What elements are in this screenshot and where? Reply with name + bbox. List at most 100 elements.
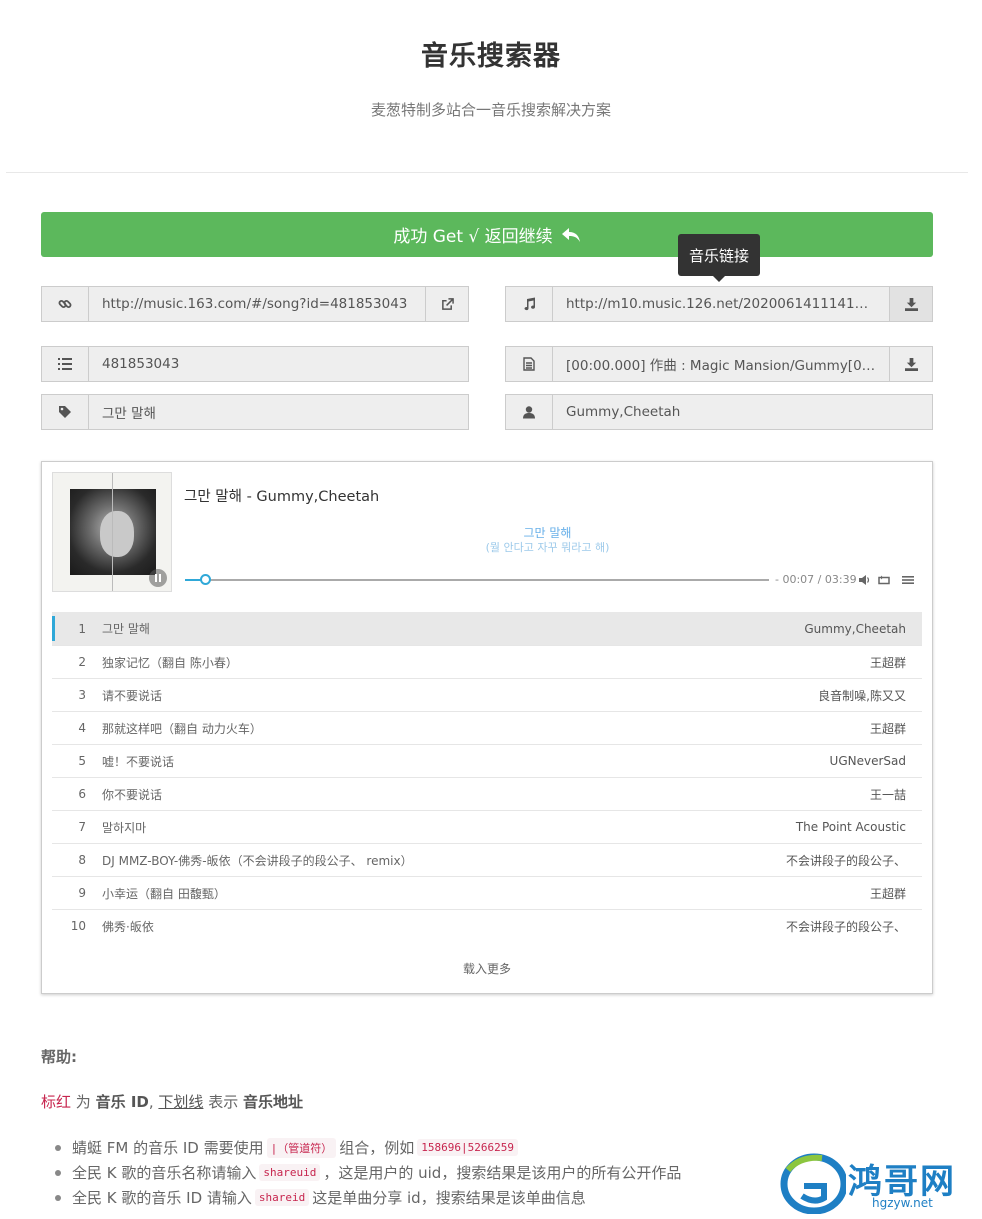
music-note-icon <box>506 287 553 321</box>
load-more-button[interactable]: 载入更多 <box>42 960 932 977</box>
track-name: 小幸运（翻自 田馥甄） <box>102 886 226 901</box>
help-text: 这是单曲分享 id，搜索结果是该单曲信息 <box>312 1189 586 1207</box>
track-artist: UGNeverSad <box>829 754 906 768</box>
music-player: 그만 말해 - Gummy,Cheetah 그만 말해 (뭘 안다고 자꾸 뭐라… <box>41 461 933 994</box>
page-header: 音乐搜索器 麦葱特制多站合一音乐搜索解决方案 <box>0 0 982 120</box>
reply-icon <box>561 227 580 242</box>
track-index: 8 <box>78 853 86 867</box>
track-artist: 王一喆 <box>869 787 906 802</box>
help-text: 组合，例如 <box>339 1139 415 1157</box>
menu-icon[interactable] <box>902 574 914 586</box>
track-index: 3 <box>78 688 86 702</box>
return-continue-button[interactable]: 成功 Get √ 返回继续 <box>41 212 933 257</box>
track-index: 5 <box>78 754 86 768</box>
music-url-field: http://m10.music.126.net/20200614111417/… <box>505 286 933 322</box>
legend-underline: 下划线 <box>158 1093 204 1111</box>
track-name: 佛秀·皈依 <box>102 919 154 934</box>
now-playing-title: 그만 말해 - Gummy,Cheetah <box>184 489 380 505</box>
open-link-button[interactable] <box>425 287 468 321</box>
legend-text2: 表示 <box>208 1093 239 1111</box>
download-icon <box>904 357 918 371</box>
help-title: 帮助: <box>41 1048 77 1066</box>
download-music-button[interactable] <box>889 287 932 321</box>
track-index: 10 <box>70 919 86 933</box>
playlist-row[interactable]: 2 独家记忆（翻自 陈小春） 王超群 <box>52 645 922 678</box>
lyrics-value[interactable]: [00:00.000] 作曲 : Magic Mansion/Gummy[00:… <box>553 347 889 381</box>
artist-value[interactable]: Gummy,Cheetah <box>553 395 932 429</box>
progress-thumb[interactable] <box>200 574 212 585</box>
track-artist: Gummy,Cheetah <box>804 621 906 636</box>
logo-icon <box>780 1153 846 1214</box>
playlist: 1 그만 말해 Gummy,Cheetah 2 独家记忆（翻自 陈小春） 王超群 3 请不要说… <box>52 612 922 942</box>
music-url-value[interactable]: http://m10.music.126.net/20200614111417/… <box>553 287 889 321</box>
help-code: |（管道符） <box>266 1137 337 1158</box>
playlist-row[interactable]: 8 DJ MMZ-BOY-佛秀-皈依（不会讲段子的段公子、 remix） 不会讲段子… <box>52 843 922 876</box>
download-lyrics-button[interactable] <box>889 347 932 381</box>
track-index: 4 <box>78 721 86 735</box>
track-artist: 不会讲段子的段公子、 <box>785 853 906 868</box>
volume-icon[interactable] <box>859 574 871 586</box>
help-text: 蜻蜓 FM 的音乐 ID 需要使用 <box>72 1139 264 1157</box>
progress-loaded <box>185 579 729 581</box>
help-item: 全民 K 歌的音乐名称请输入 shareuid ，这是用户的 uid，搜索结果是… <box>55 1160 681 1185</box>
watermark-sub: hgzyw.net <box>872 1196 933 1210</box>
song-link-value[interactable]: http://music.163.com/#/song?id=481853043 <box>89 287 425 321</box>
music-url-tooltip: 音乐链接 <box>678 234 760 282</box>
help-item: 全民 K 歌的音乐 ID 请输入 shareid 这是单曲分享 id，搜索结果是… <box>55 1185 681 1210</box>
legend-music-id: 音乐 ID <box>95 1093 149 1111</box>
legend-comma: , <box>148 1093 154 1111</box>
user-icon <box>506 395 553 429</box>
album-photo <box>70 489 156 575</box>
file-icon <box>506 347 553 381</box>
track-name: 你不要说话 <box>102 787 163 802</box>
track-name: 请不要说话 <box>102 688 163 703</box>
watermark-logo: 鸿哥网 hgzyw.net <box>778 1150 978 1216</box>
song-name-value[interactable]: 그만 말해 <box>89 395 468 429</box>
album-cover[interactable] <box>52 472 172 592</box>
legend-text: 为 <box>75 1093 91 1111</box>
help-code: shareid <box>254 1189 310 1206</box>
header-divider <box>6 172 968 173</box>
help-code: 158696|5266259 <box>417 1139 518 1156</box>
track-artist: 良音制噪,陈又又 <box>818 688 906 703</box>
external-link-icon <box>441 297 454 310</box>
help-list: 蜻蜓 FM 的音乐 ID 需要使用 |（管道符） 组合，例如 158696|52… <box>55 1135 681 1210</box>
playlist-row[interactable]: 4 那就这样吧（翻自 动力火车） 王超群 <box>52 711 922 744</box>
link-icon <box>42 287 89 321</box>
help-text: ，这是用户的 uid，搜索结果是该用户的所有公开作品 <box>323 1164 682 1182</box>
playlist-row[interactable]: 6 你不要说话 王一喆 <box>52 777 922 810</box>
track-artist: 不会讲段子的段公子、 <box>785 919 906 934</box>
download-icon <box>904 297 918 311</box>
track-name: 那就这样吧（翻自 动力火车） <box>102 721 262 736</box>
track-artist: 王超群 <box>869 886 906 901</box>
track-index: 2 <box>78 655 86 669</box>
lyrics-field: [00:00.000] 作曲 : Magic Mansion/Gummy[00:… <box>505 346 933 382</box>
song-id-value[interactable]: 481853043 <box>89 347 468 381</box>
progress-bar[interactable] <box>185 574 769 585</box>
playlist-row[interactable]: 3 请不要说话 良音制噪,陈又又 <box>52 678 922 711</box>
song-id-field: 481853043 <box>41 346 469 382</box>
pause-icon[interactable] <box>149 569 167 587</box>
playlist-row[interactable]: 7 말하지마 The Point Acoustic <box>52 810 922 843</box>
list-icon <box>42 347 89 381</box>
track-index: 6 <box>78 787 86 801</box>
track-name: 嘘！不要说话 <box>102 754 175 769</box>
legend-red: 标红 <box>41 1093 72 1111</box>
return-continue-label: 成功 Get √ 返回继续 <box>393 227 553 247</box>
playlist-row[interactable]: 9 小幸运（翻自 田馥甄） 王超群 <box>52 876 922 909</box>
track-artist: The Point Acoustic <box>795 820 906 834</box>
track-artist: 王超群 <box>869 655 906 670</box>
loop-icon[interactable] <box>878 574 890 586</box>
help-code: shareuid <box>259 1164 321 1181</box>
playlist-row[interactable]: 10 佛秀·皈依 不会讲段子的段公子、 <box>52 909 922 942</box>
track-index: 7 <box>78 820 86 834</box>
track-name: 그만 말해 <box>102 622 150 636</box>
song-link-field: http://music.163.com/#/song?id=481853043 <box>41 286 469 322</box>
playlist-row[interactable]: 1 그만 말해 Gummy,Cheetah <box>52 612 922 645</box>
track-name: DJ MMZ-BOY-佛秀-皈依（不会讲段子的段公子、 remix） <box>102 853 413 868</box>
page-title: 音乐搜索器 <box>421 41 561 72</box>
track-name: 말하지마 <box>102 820 147 835</box>
help-text: 全民 K 歌的音乐 ID 请输入 <box>72 1189 252 1207</box>
artist-field: Gummy,Cheetah <box>505 394 933 430</box>
playlist-row[interactable]: 5 嘘！不要说话 UGNeverSad <box>52 744 922 777</box>
